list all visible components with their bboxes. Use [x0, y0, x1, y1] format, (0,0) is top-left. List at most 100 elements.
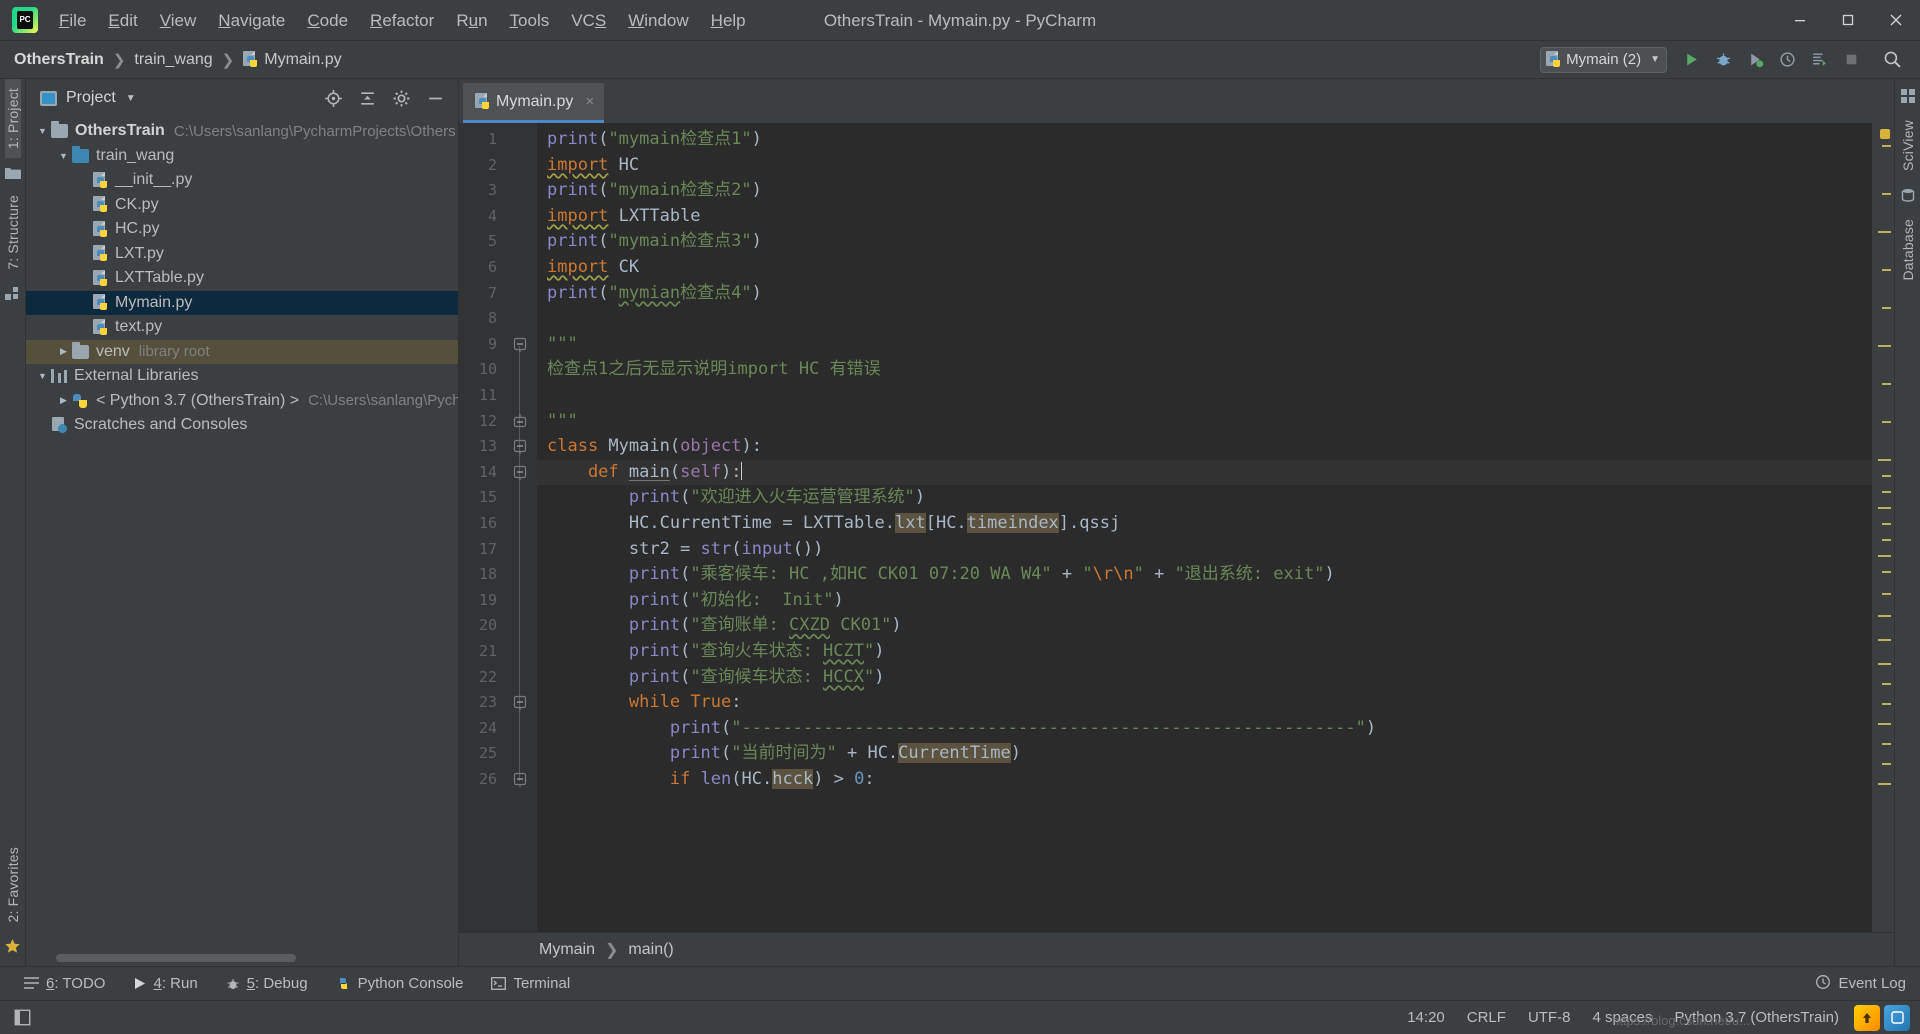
tool-button-run[interactable]: 4: Run — [119, 967, 211, 1000]
code-line[interactable]: print("mymain检查点3") — [537, 229, 1872, 255]
status-line-separator[interactable]: CRLF — [1456, 1009, 1517, 1026]
breadcrumb-project[interactable]: OthersTrain — [14, 51, 104, 69]
status-encoding[interactable]: UTF-8 — [1517, 1009, 1582, 1026]
error-stripe-mark[interactable] — [1882, 475, 1891, 477]
breadcrumb-package[interactable]: train_wang — [134, 51, 212, 69]
error-stripe-mark[interactable] — [1878, 663, 1891, 665]
fold-collapse-icon[interactable] — [513, 772, 529, 788]
profile-icon[interactable] — [1772, 46, 1802, 74]
run-icon[interactable] — [1676, 46, 1706, 74]
tree-row-lxt-py[interactable]: LXT.py — [26, 242, 458, 267]
error-stripe-mark[interactable] — [1882, 523, 1891, 525]
menu-window[interactable]: Window — [617, 0, 699, 41]
error-stripe-mark[interactable] — [1882, 743, 1891, 745]
breadcrumb-file[interactable]: Mymain.py — [243, 51, 342, 69]
update-badge-icon[interactable] — [1854, 1004, 1880, 1031]
error-stripe-mark[interactable] — [1882, 421, 1891, 423]
grid-icon[interactable] — [1898, 87, 1918, 105]
error-stripe-mark[interactable] — [1878, 783, 1891, 785]
error-stripe-mark[interactable] — [1882, 145, 1891, 147]
fold-collapse-icon[interactable] — [513, 465, 529, 481]
fold-collapse-icon[interactable] — [513, 695, 529, 711]
star-icon[interactable] — [3, 937, 23, 955]
run-configuration-selector[interactable]: Mymain (2) ▼ — [1540, 46, 1667, 73]
inspection-status-icon[interactable] — [1880, 129, 1890, 139]
menu-navigate[interactable]: Navigate — [207, 0, 296, 41]
code-line[interactable]: """ — [537, 332, 1872, 358]
code-line[interactable]: import HC — [537, 153, 1872, 179]
code-line[interactable]: print("查询账单: CXZD CK01") — [537, 613, 1872, 639]
toggle-toolbars-icon[interactable] — [10, 1008, 34, 1028]
tree-row-mymain-py[interactable]: Mymain.py — [26, 290, 458, 315]
coverage-icon[interactable] — [1740, 46, 1770, 74]
modules-icon[interactable] — [3, 284, 23, 302]
ide-badge-icon[interactable] — [1884, 1004, 1910, 1031]
fold-collapse-icon[interactable] — [513, 337, 529, 353]
error-stripe-mark[interactable] — [1878, 345, 1891, 347]
tree-row-init-py[interactable]: __init__.py — [26, 168, 458, 193]
menu-vcs[interactable]: VCS — [560, 0, 617, 41]
chevron-down-icon[interactable]: ▼ — [34, 126, 51, 136]
settings-gear-icon[interactable] — [385, 83, 417, 113]
error-stripe-markers[interactable] — [1872, 123, 1894, 932]
error-stripe-mark[interactable] — [1882, 193, 1891, 195]
tree-row-external-libraries[interactable]: ▼ External Libraries — [26, 364, 458, 389]
tree-row-hc-py[interactable]: HC.py — [26, 217, 458, 242]
code-line[interactable]: 检查点1之后无显示说明import HC 有错误 — [537, 357, 1872, 383]
tree-row-otherstrain[interactable]: ▼ OthersTrain C:\Users\sanlang\PycharmProj… — [26, 119, 458, 144]
project-tree[interactable]: ▼ OthersTrain C:\Users\sanlang\PycharmProj… — [26, 117, 458, 950]
code-line[interactable]: print("当前时间为" + HC.CurrentTime) — [537, 741, 1872, 767]
menu-code[interactable]: Code — [296, 0, 359, 41]
tree-row-scratches-and-consoles[interactable]: Scratches and Consoles — [26, 413, 458, 438]
error-stripe-mark[interactable] — [1882, 307, 1891, 309]
code-line[interactable]: print("查询候车状态: HCCX") — [537, 665, 1872, 691]
code-line[interactable]: def main(self): — [537, 460, 1872, 486]
code-line[interactable]: import CK — [537, 255, 1872, 281]
close-tab-icon[interactable]: × — [585, 93, 594, 110]
run-with-console-icon[interactable] — [1804, 46, 1834, 74]
tree-row-ck-py[interactable]: CK.py — [26, 193, 458, 218]
error-stripe-mark[interactable] — [1882, 763, 1891, 765]
debug-icon[interactable] — [1708, 46, 1738, 74]
menu-refactor[interactable]: Refactor — [359, 0, 445, 41]
error-stripe-mark[interactable] — [1882, 571, 1891, 573]
sidebar-item-sciview[interactable]: SciView — [1900, 110, 1916, 181]
locate-icon[interactable] — [317, 83, 349, 113]
error-stripe-mark[interactable] — [1882, 269, 1891, 271]
menu-tools[interactable]: Tools — [499, 0, 561, 41]
menu-edit[interactable]: Edit — [97, 0, 148, 41]
editor-gutter[interactable]: 1 2 3 4 5 6 7 8 9 10 11 12 13 14 15 16 17 18 19 20 21 22 23 24 2… — [459, 123, 537, 932]
error-stripe-mark[interactable] — [1882, 383, 1891, 385]
error-stripe-mark[interactable] — [1878, 459, 1891, 461]
error-stripe-mark[interactable] — [1882, 539, 1891, 541]
collapse-all-icon[interactable] — [351, 83, 383, 113]
database-icon[interactable] — [1898, 186, 1918, 204]
sidebar-item-project[interactable]: 1: Project — [4, 79, 21, 159]
menu-view[interactable]: View — [149, 0, 208, 41]
error-stripe-mark[interactable] — [1878, 507, 1891, 509]
code-line[interactable]: if len(HC.hcck) > 0: — [537, 767, 1872, 793]
chevron-down-icon[interactable]: ▼ — [126, 93, 136, 104]
error-stripe-mark[interactable] — [1882, 593, 1891, 595]
error-stripe-mark[interactable] — [1878, 231, 1891, 233]
code-line[interactable]: print("欢迎进入火车运营管理系统") — [537, 485, 1872, 511]
minimize-icon[interactable] — [1776, 0, 1824, 41]
tool-button-todo[interactable]: 6: TODO — [10, 967, 119, 1000]
fold-end-icon[interactable] — [513, 413, 529, 430]
project-horizontal-scrollbar[interactable] — [26, 950, 458, 966]
event-log-button[interactable]: Event Log — [1815, 974, 1906, 994]
code-line[interactable]: print("mymain检查点1") — [537, 127, 1872, 153]
error-stripe-mark[interactable] — [1882, 491, 1891, 493]
search-everywhere-icon[interactable] — [1877, 46, 1907, 74]
tree-row-train-wang[interactable]: ▼ train_wang — [26, 144, 458, 169]
tool-button-terminal[interactable]: Terminal — [477, 967, 584, 1000]
code-line[interactable]: print("mymian检查点4") — [537, 281, 1872, 307]
breadcrumb-method[interactable]: main() — [628, 941, 673, 959]
error-stripe-mark[interactable] — [1878, 615, 1891, 617]
code-line[interactable]: print("mymain检查点2") — [537, 178, 1872, 204]
code-line[interactable]: while True: — [537, 690, 1872, 716]
tree-row-venv[interactable]: ▶ venv library root — [26, 339, 458, 364]
menu-help[interactable]: Help — [700, 0, 757, 41]
error-stripe-mark[interactable] — [1878, 639, 1891, 641]
code-line[interactable] — [537, 306, 1872, 332]
